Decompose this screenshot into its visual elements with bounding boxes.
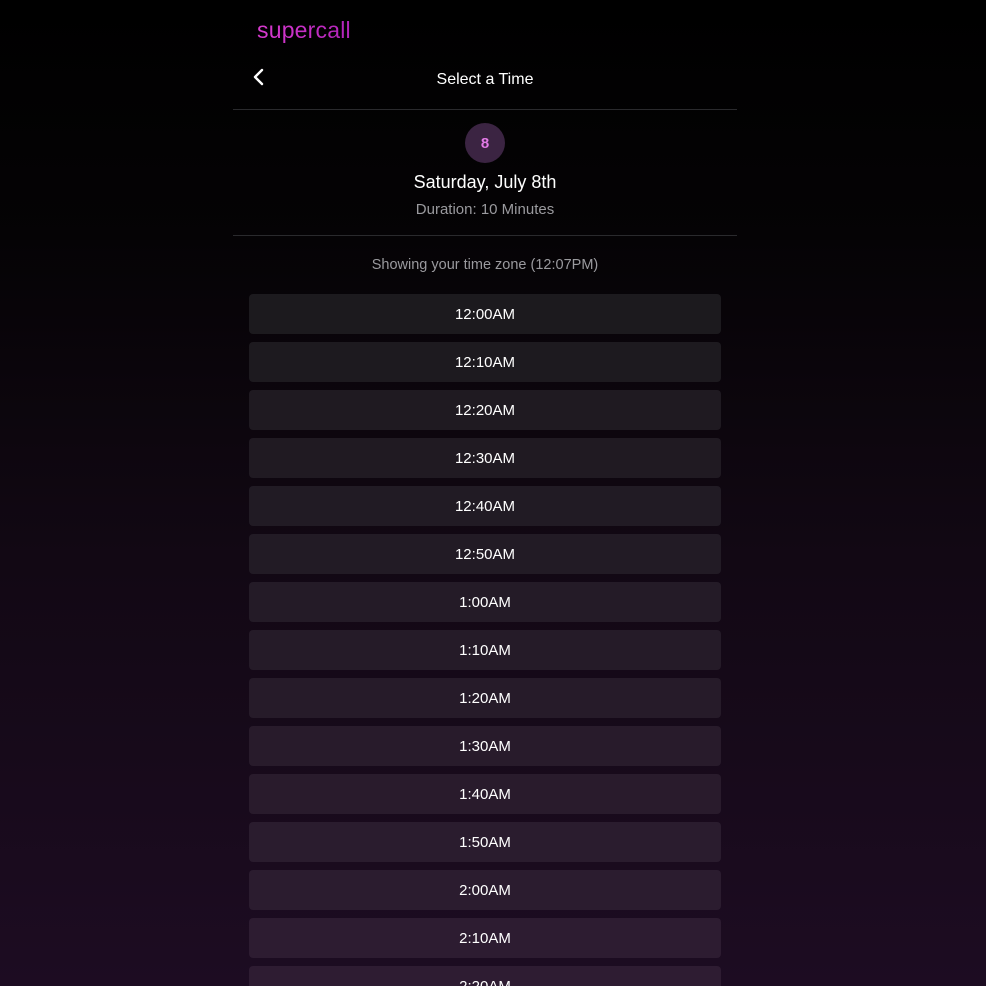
time-slot-button[interactable]: 12:10AM (249, 342, 721, 382)
time-slot-button[interactable]: 2:00AM (249, 870, 721, 910)
time-slot-button[interactable]: 2:10AM (249, 918, 721, 958)
time-slot-button[interactable]: 12:30AM (249, 438, 721, 478)
time-slot-button[interactable]: 2:20AM (249, 966, 721, 986)
time-slot-list: 12:00AM 12:10AM 12:20AM 12:30AM 12:40AM 12:50… (249, 294, 721, 986)
time-slot-button[interactable]: 1:20AM (249, 678, 721, 718)
selected-date-title: Saturday, July 8th (413, 172, 557, 192)
timezone-note: Showing your time zone (12:07PM) (371, 257, 599, 273)
time-picker-panel: Select a Time 8 Saturday, July 8th Durat… (233, 58, 737, 986)
time-slot-button[interactable]: 12:40AM (249, 486, 721, 526)
day-number-badge: 8 (465, 123, 505, 163)
app-logo: supercall (257, 17, 351, 43)
time-slot-button[interactable]: 12:50AM (249, 534, 721, 574)
time-slot-button[interactable]: 1:00AM (249, 582, 721, 622)
time-slot-button[interactable]: 1:10AM (249, 630, 721, 670)
duration-text: Duration: 10 Minutes (415, 201, 555, 218)
page-title: Select a Time (436, 71, 534, 88)
header: Select a Time (233, 58, 737, 110)
time-slot-button[interactable]: 1:30AM (249, 726, 721, 766)
selected-date-section: 8 Saturday, July 8th Duration: 10 Minute… (233, 110, 737, 236)
time-slot-button[interactable]: 1:40AM (249, 774, 721, 814)
time-slot-button[interactable]: 12:20AM (249, 390, 721, 430)
time-slot-button[interactable]: 12:00AM (249, 294, 721, 334)
time-slot-button[interactable]: 1:50AM (249, 822, 721, 862)
